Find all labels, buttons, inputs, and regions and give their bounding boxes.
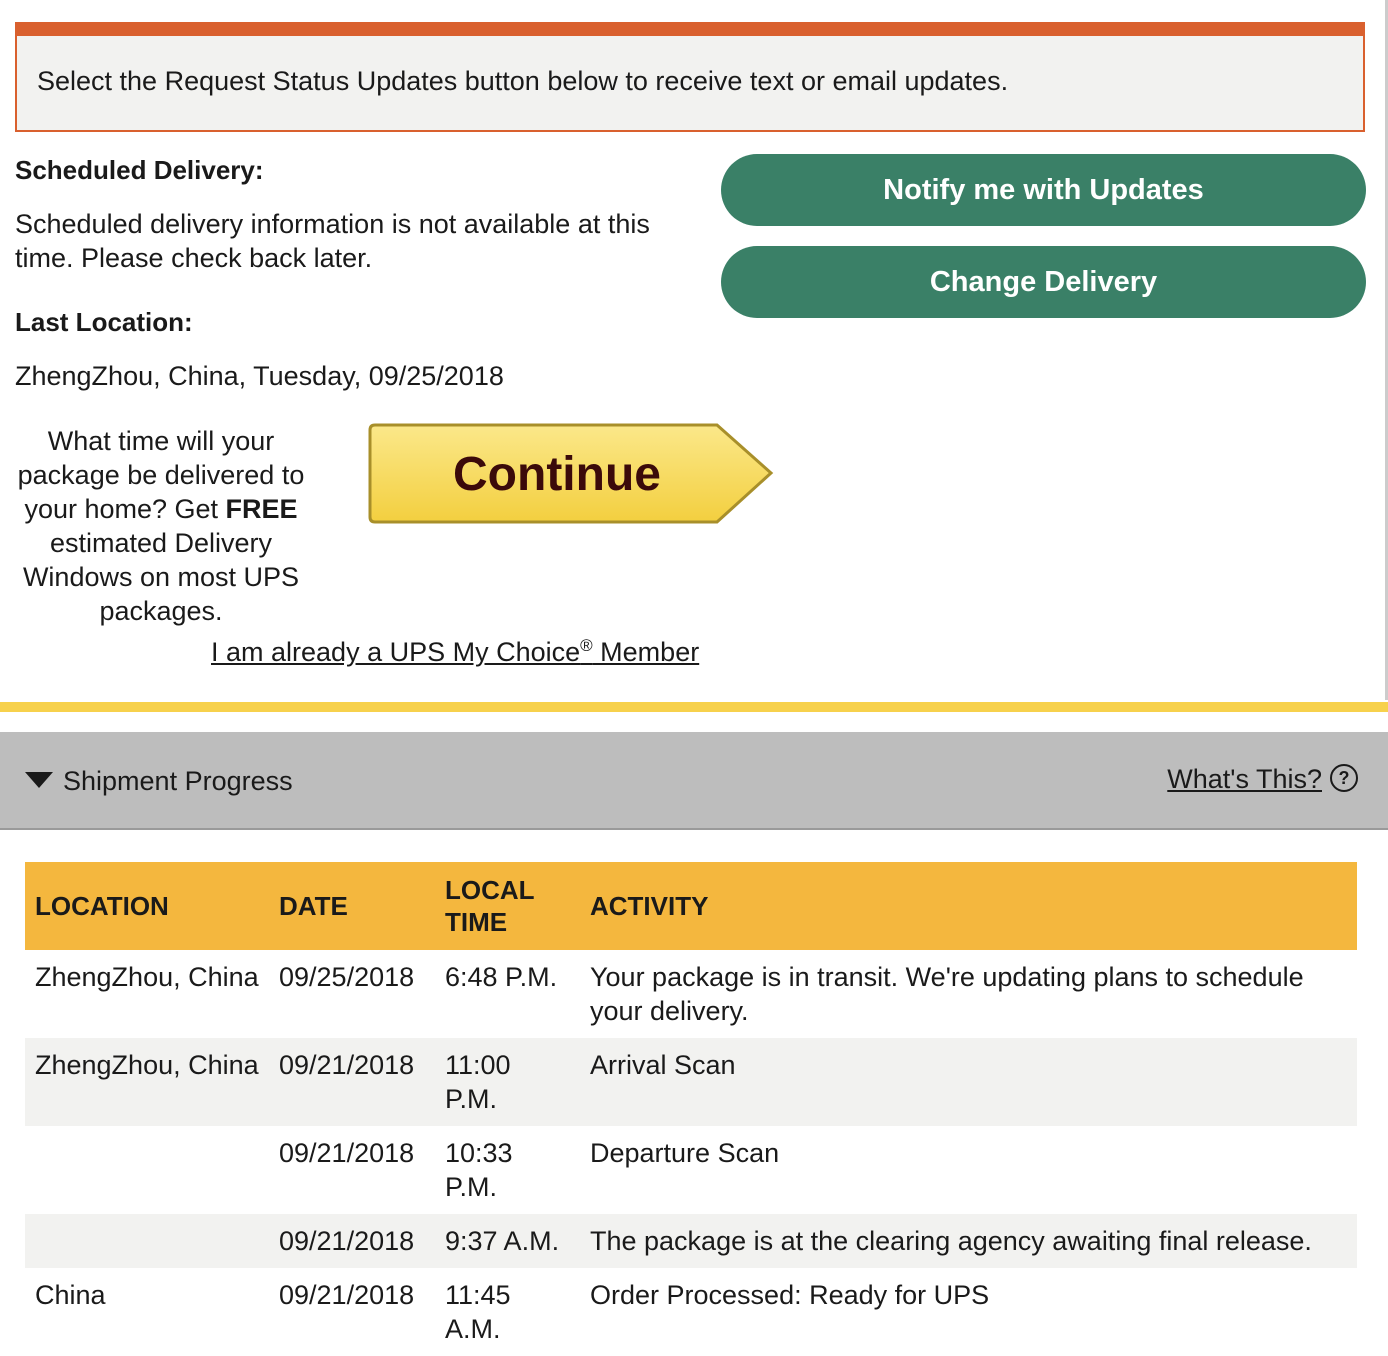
table-row: ZhengZhou, China 09/21/2018 11:00 P.M. A… — [25, 1038, 1357, 1126]
whats-this-link[interactable]: What's This? — [1167, 764, 1322, 795]
row-time: 6:48 P.M. — [445, 962, 558, 992]
promo-text-end: estimated Delivery Windows on most UPS p… — [22, 528, 300, 626]
row-location — [25, 1214, 269, 1268]
row-activity: Your package is in transit. We're updati… — [590, 962, 1304, 1026]
row-date: 09/21/2018 — [279, 1138, 415, 1168]
table-row: 09/21/2018 9:37 A.M. The package is at t… — [25, 1214, 1357, 1268]
last-location-value: ZhengZhou, China, Tuesday, 09/25/2018 — [15, 361, 504, 391]
last-location-label: Last Location: — [15, 307, 193, 337]
alert-text: Select the Request Status Updates button… — [37, 66, 1009, 96]
row-activity: The package is at the clearing agency aw… — [580, 1214, 1357, 1268]
row-date: 09/21/2018 — [279, 1280, 415, 1310]
shipment-progress-header[interactable]: Shipment Progress What's This? ? — [0, 732, 1388, 830]
continue-label: Continue — [453, 447, 661, 501]
row-date: 09/25/2018 — [279, 962, 415, 992]
row-location: China — [35, 1280, 106, 1310]
header-date: DATE — [269, 862, 435, 950]
my-choice-member-link[interactable]: I am already a UPS My Choice® Member — [211, 636, 699, 668]
header-location: LOCATION — [25, 862, 269, 950]
shipment-progress-table: LOCATION DATE LOCAL TIME ACTIVITY ZhengZ… — [25, 862, 1357, 1356]
table-row: ZhengZhou, China 09/25/2018 6:48 P.M. Yo… — [25, 950, 1357, 1038]
member-link-prefix: I am already a UPS My Choice — [211, 637, 581, 667]
notify-updates-button[interactable]: Notify me with Updates — [721, 154, 1366, 226]
table-row: 09/21/2018 10:33 P.M. Departure Scan — [25, 1126, 1357, 1214]
row-time: 10:33 P.M. — [445, 1138, 513, 1202]
scheduled-delivery-label: Scheduled Delivery: — [15, 155, 264, 185]
member-link-suffix: Member — [592, 637, 700, 667]
delivery-window-promo: What time will your package be delivered… — [15, 424, 307, 628]
table-header-row: LOCATION DATE LOCAL TIME ACTIVITY — [25, 862, 1357, 950]
row-date: 09/21/2018 — [269, 1214, 435, 1268]
change-delivery-button[interactable]: Change Delivery — [721, 246, 1366, 318]
row-time: 9:37 A.M. — [435, 1214, 580, 1268]
row-activity: Arrival Scan — [580, 1038, 1357, 1126]
section-divider — [0, 702, 1388, 712]
row-time: 11:45 A.M. — [445, 1280, 511, 1344]
row-location — [25, 1126, 269, 1214]
row-time: 11:00 P.M. — [435, 1038, 580, 1126]
row-date: 09/21/2018 — [269, 1038, 435, 1126]
scheduled-delivery-text: Scheduled delivery information is not av… — [15, 209, 650, 273]
row-activity: Departure Scan — [590, 1138, 780, 1168]
caret-down-icon[interactable] — [25, 772, 53, 788]
row-activity: Order Processed: Ready for UPS — [590, 1280, 990, 1310]
registered-mark: ® — [580, 636, 593, 655]
table-row: China 09/21/2018 11:45 A.M. Order Proces… — [25, 1268, 1357, 1356]
row-location: ZhengZhou, China — [35, 962, 259, 992]
promo-free: FREE — [225, 494, 298, 524]
status-updates-alert: Select the Request Status Updates button… — [15, 22, 1365, 132]
continue-button[interactable]: Continue — [367, 423, 775, 525]
header-local-time: LOCAL TIME — [435, 862, 580, 950]
row-location: ZhengZhou, China — [25, 1038, 269, 1126]
header-activity: ACTIVITY — [580, 862, 1357, 950]
help-circle-icon[interactable]: ? — [1330, 764, 1358, 792]
shipment-progress-title[interactable]: Shipment Progress — [63, 766, 293, 797]
